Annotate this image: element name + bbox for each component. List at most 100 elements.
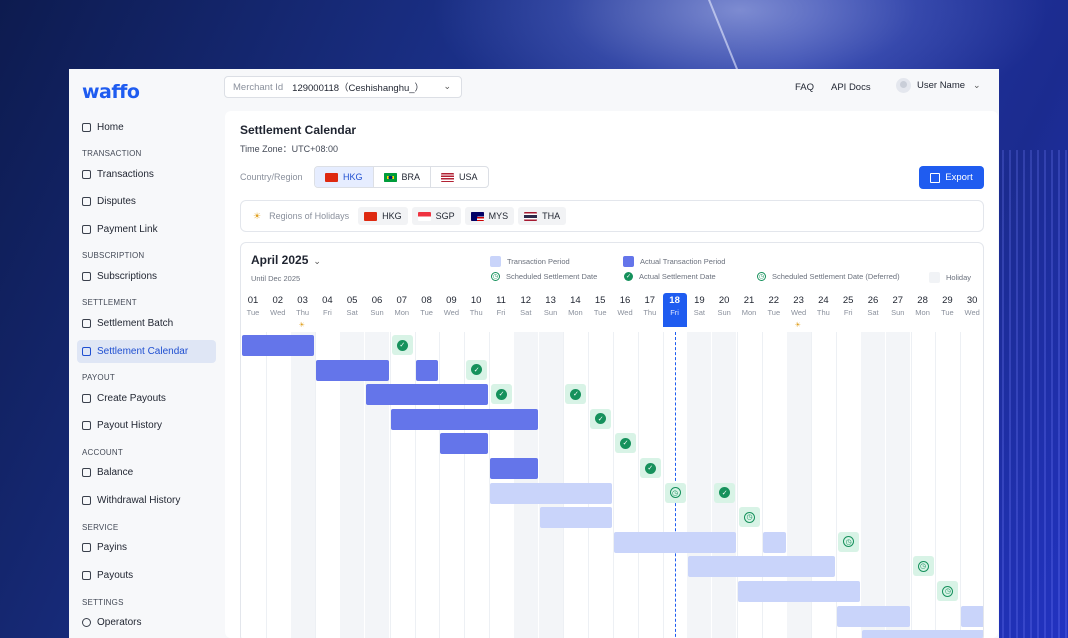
actual-transaction-period-bar[interactable] — [390, 408, 538, 430]
transaction-period-bar[interactable] — [614, 531, 736, 553]
weekday-label: Sat — [867, 308, 879, 317]
page-title: Settlement Calendar — [240, 123, 357, 137]
sidebar-item-withdrawal-history[interactable]: Withdrawal History — [77, 489, 216, 512]
home-icon — [82, 123, 91, 132]
holiday-region-sgp: SGP — [411, 207, 461, 225]
actual-settlement-marker[interactable]: ✓ — [714, 482, 736, 503]
merchant-select[interactable]: Merchant Id 129000118（Ceshishanghu_） ⌄ — [224, 76, 462, 98]
actual-transaction-period-bar[interactable] — [316, 359, 389, 381]
scheduled-settlement-deferred-marker[interactable]: ◷ — [937, 581, 959, 601]
sidebar: waffo Home TRANSACTION Transactions Disp… — [69, 69, 224, 638]
actual-settlement-marker[interactable]: ✓ — [466, 359, 488, 380]
day-header[interactable]: 20 Sun — [712, 295, 736, 317]
actual-transaction-period-bar[interactable] — [366, 384, 488, 406]
sidebar-item-create-payouts[interactable]: Create Payouts — [77, 387, 216, 410]
country-option-usa[interactable]: USA — [431, 167, 488, 187]
topbar: Merchant Id 129000118（Ceshishanghu_） ⌄ F… — [224, 69, 999, 109]
user-menu[interactable]: User Name ⌄ — [896, 78, 981, 93]
today-day-header[interactable]: 18 Fri — [662, 293, 687, 327]
transaction-period-bar[interactable] — [837, 605, 910, 627]
sidebar-item-settlement-batch[interactable]: Settlement Batch — [77, 312, 216, 335]
day-header[interactable]: 09 Wed — [439, 295, 463, 317]
sidebar-item-home[interactable]: Home — [77, 116, 216, 139]
sidebar-item-disputes[interactable]: Disputes — [77, 190, 216, 213]
legend-swatch — [490, 256, 501, 267]
sidebar-item-label: Disputes — [97, 196, 136, 207]
scheduled-settlement-deferred-marker[interactable]: ◷ — [912, 556, 934, 577]
actual-settlement-marker[interactable]: ✓ — [491, 384, 512, 405]
day-header[interactable]: 23 Wed — [787, 295, 811, 317]
day-header[interactable]: 02 Wed — [266, 295, 290, 317]
transaction-period-bar[interactable] — [490, 482, 612, 504]
scheduled-settlement-deferred-marker[interactable]: ◷ — [664, 482, 686, 503]
day-header[interactable]: 22 Tue — [762, 295, 786, 317]
month-select[interactable]: April 2025 ⌄ — [251, 253, 321, 267]
transaction-period-bar[interactable] — [688, 556, 836, 578]
export-button[interactable]: Export — [919, 166, 984, 189]
day-header[interactable]: 08 Tue — [415, 295, 439, 317]
scheduled-settlement-deferred-marker[interactable]: ◷ — [739, 507, 760, 528]
sidebar-item-balance[interactable]: Balance — [77, 461, 216, 484]
api-docs-link[interactable]: API Docs — [831, 82, 871, 93]
transaction-period-bar[interactable] — [762, 531, 786, 553]
day-header[interactable]: 28 Mon — [911, 295, 935, 317]
transaction-period-bar[interactable] — [862, 630, 983, 638]
holiday-region-tha: THA — [518, 207, 567, 225]
day-header[interactable]: 26 Sat — [861, 295, 885, 317]
check-icon: ✓ — [620, 437, 631, 449]
column-divider — [613, 332, 614, 638]
actual-settlement-marker[interactable]: ✓ — [639, 458, 661, 478]
day-header[interactable]: 21 Mon — [737, 295, 761, 317]
day-header[interactable]: 01 Tue — [241, 295, 265, 317]
actual-settlement-marker[interactable]: ✓ — [565, 384, 587, 405]
batch-icon — [82, 319, 91, 328]
day-header[interactable]: 25 Fri — [836, 295, 860, 317]
transaction-period-bar[interactable] — [738, 581, 860, 602]
day-header[interactable]: 19 Sat — [687, 295, 711, 317]
day-header[interactable]: 05 Sat — [340, 295, 364, 317]
actual-transaction-period-bar[interactable] — [490, 458, 538, 479]
day-header[interactable]: 17 Thu — [638, 295, 662, 317]
day-header[interactable]: 14 Mon — [563, 295, 587, 317]
actual-settlement-marker[interactable]: ✓ — [590, 408, 612, 429]
day-header[interactable]: 16 Wed — [613, 295, 637, 317]
day-header[interactable]: 30 Wed — [960, 295, 983, 317]
day-header[interactable]: 10 Thu — [464, 295, 488, 317]
transaction-period-bar[interactable] — [539, 507, 612, 529]
sidebar-group-transaction: TRANSACTION — [82, 149, 142, 158]
actual-settlement-marker[interactable]: ✓ — [391, 335, 413, 355]
sidebar-item-label: Settlement Calendar — [97, 346, 189, 357]
sidebar-item-payment-link[interactable]: Payment Link — [77, 218, 216, 241]
sidebar-item-subscriptions[interactable]: Subscriptions — [77, 265, 216, 288]
sidebar-item-label: Transactions — [97, 169, 154, 180]
country-option-bra[interactable]: BRA — [374, 167, 432, 187]
day-header[interactable]: 12 Sat — [514, 295, 538, 317]
day-header[interactable]: 13 Sun — [539, 295, 563, 317]
export-icon — [930, 172, 941, 183]
sidebar-item-operators[interactable]: Operators — [77, 611, 216, 634]
day-header[interactable]: 29 Tue — [935, 295, 959, 317]
sidebar-item-payouts[interactable]: Payouts — [77, 564, 216, 587]
withdrawal-icon — [82, 496, 91, 505]
scheduled-settlement-deferred-marker[interactable]: ◷ — [838, 531, 860, 552]
sidebar-item-settlement-calendar[interactable]: Settlement Calendar — [77, 340, 216, 363]
day-header[interactable]: 11 Fri — [489, 295, 513, 317]
country-option-hkg[interactable]: HKG — [315, 167, 374, 187]
day-header[interactable]: 24 Thu — [811, 295, 835, 317]
actual-settlement-marker[interactable]: ✓ — [615, 433, 636, 454]
day-header[interactable]: 06 Sun — [365, 295, 389, 317]
day-header[interactable]: 07 Mon — [390, 295, 414, 317]
transaction-period-bar[interactable] — [961, 605, 983, 627]
actual-transaction-period-bar[interactable] — [242, 335, 315, 356]
waffo-logo[interactable]: waffo — [82, 81, 140, 103]
day-header[interactable]: 27 Sun — [886, 295, 910, 317]
day-header[interactable]: 04 Fri — [315, 295, 339, 317]
sidebar-item-transactions[interactable]: Transactions — [77, 163, 216, 186]
actual-transaction-period-bar[interactable] — [415, 359, 439, 381]
sidebar-item-payout-history[interactable]: Payout History — [77, 414, 216, 437]
faq-link[interactable]: FAQ — [795, 82, 814, 93]
sidebar-item-payins[interactable]: Payins — [77, 536, 216, 559]
day-header[interactable]: 15 Tue — [588, 295, 612, 317]
actual-transaction-period-bar[interactable] — [440, 433, 488, 455]
day-header[interactable]: 03 Thu — [291, 295, 315, 317]
